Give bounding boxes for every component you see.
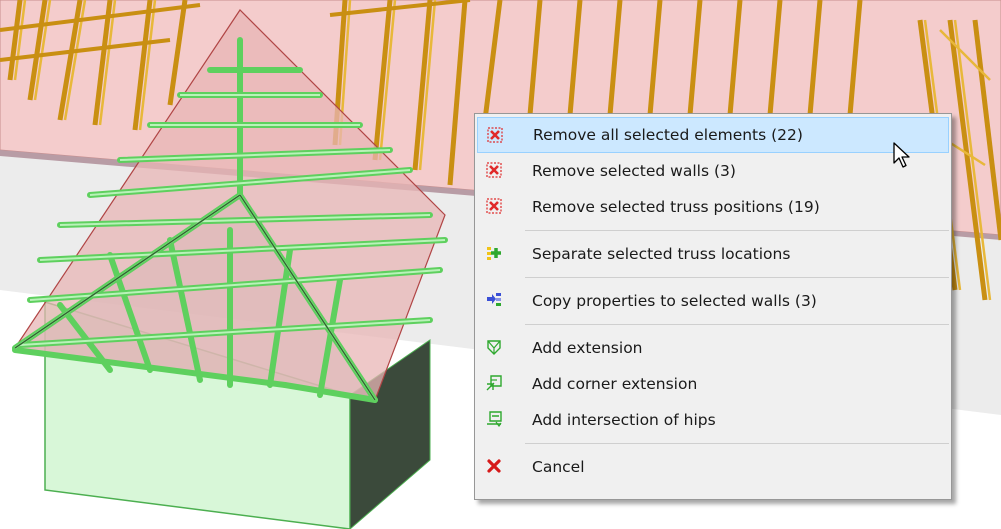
remove-red-x-icon xyxy=(487,127,503,143)
menu-item-label: Remove selected truss positions (19) xyxy=(532,198,820,216)
menu-item-remove-walls[interactable]: Remove selected walls (3) xyxy=(477,153,949,189)
remove-red-x-icon xyxy=(486,198,502,214)
menu-item-add-intersection-hips[interactable]: Add intersection of hips xyxy=(477,402,949,438)
menu-item-label: Remove selected walls (3) xyxy=(532,162,736,180)
menu-item-add-extension[interactable]: Add extension xyxy=(477,330,949,366)
menu-separator xyxy=(525,324,949,325)
menu-item-remove-truss-positions[interactable]: Remove selected truss positions (19) xyxy=(477,189,949,225)
menu-item-label: Copy properties to selected walls (3) xyxy=(532,292,817,310)
menu-item-label: Add extension xyxy=(532,339,643,357)
menu-item-copy-properties[interactable]: Copy properties to selected walls (3) xyxy=(477,283,949,319)
menu-item-separate-truss-locations[interactable]: Separate selected truss locations xyxy=(477,236,949,272)
menu-item-label: Separate selected truss locations xyxy=(532,245,791,263)
cancel-icon xyxy=(486,458,502,474)
menu-item-label: Add corner extension xyxy=(532,375,698,393)
menu-item-label: Cancel xyxy=(532,458,585,476)
copy-properties-icon xyxy=(486,292,502,308)
separate-green-plus-icon xyxy=(486,245,502,261)
menu-item-add-corner-extension[interactable]: Add corner extension xyxy=(477,366,949,402)
menu-item-label: Add intersection of hips xyxy=(532,411,716,429)
context-menu: Remove all selected elements (22) Remove… xyxy=(474,113,952,500)
add-extension-icon xyxy=(486,339,502,355)
add-corner-extension-icon xyxy=(486,375,502,391)
menu-item-remove-all-selected[interactable]: Remove all selected elements (22) xyxy=(477,117,949,153)
remove-red-x-icon xyxy=(486,162,502,178)
add-intersection-hips-icon xyxy=(486,411,502,427)
menu-separator xyxy=(525,277,949,278)
menu-separator xyxy=(525,230,949,231)
mouse-cursor-icon xyxy=(893,142,910,168)
menu-separator xyxy=(525,443,949,444)
menu-item-label: Remove all selected elements (22) xyxy=(533,126,803,144)
menu-item-cancel[interactable]: Cancel xyxy=(477,449,949,485)
3d-viewport[interactable]: Remove all selected elements (22) Remove… xyxy=(0,0,1001,529)
